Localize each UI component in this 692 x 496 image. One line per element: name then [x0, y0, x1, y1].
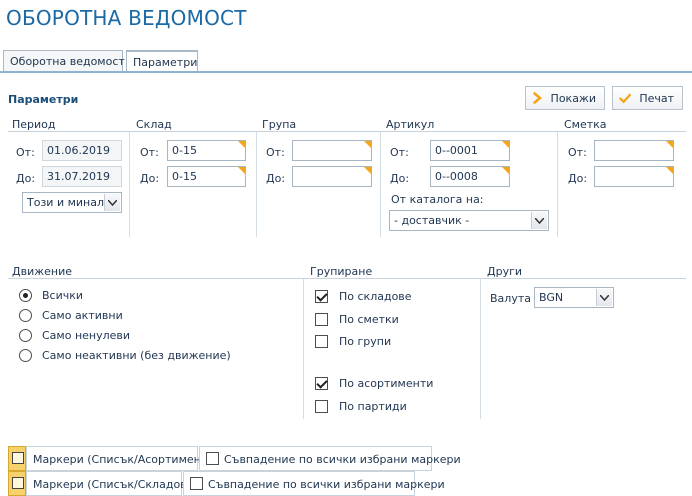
radio-only-inactive-label[interactable]: Само неактивни (без движение) — [42, 349, 231, 362]
tab-turnover-sheet[interactable]: Оборотна ведомост — [3, 50, 125, 72]
group-from-label: От: — [266, 146, 285, 159]
print-button[interactable]: Печат — [612, 86, 683, 110]
checkbox-by-warehouses-label[interactable]: По складове — [339, 290, 412, 303]
grouping-label: Групиране — [310, 265, 373, 278]
tab-underline — [0, 71, 692, 73]
period-to-label: До: — [16, 172, 36, 185]
tab-label: Параметри — [133, 56, 198, 69]
group-to-label: До: — [266, 172, 286, 185]
account-label: Сметка — [564, 118, 607, 131]
currency-select[interactable]: BGN — [534, 287, 614, 308]
article-to-field[interactable]: 0--0008 — [430, 166, 510, 187]
checkmark-icon — [619, 93, 632, 104]
column-separator — [480, 279, 481, 419]
radio-only-nonzero[interactable] — [19, 329, 32, 342]
column-separator — [303, 279, 304, 419]
marker-toggle-warehouses[interactable] — [8, 471, 26, 496]
radio-all-label[interactable]: Всички — [42, 289, 83, 302]
match-all-assortments-box[interactable]: Съвпадение по всички избрани маркери — [199, 446, 461, 471]
catalog-label: От каталога на: — [391, 193, 484, 206]
article-from-field[interactable]: 0--0001 — [430, 140, 510, 161]
period-from-field[interactable]: 01.06.2019 — [42, 140, 122, 161]
radio-all[interactable] — [19, 289, 32, 302]
column-separator — [557, 132, 558, 237]
account-to-field[interactable] — [594, 166, 674, 187]
period-to-field[interactable]: 31.07.2019 — [42, 166, 122, 187]
movement-label: Движение — [12, 265, 73, 278]
filters-header-line — [8, 131, 686, 132]
warehouse-to-field[interactable]: 0-15 — [167, 166, 246, 187]
chevron-down-icon — [596, 289, 612, 306]
show-button-label: Покажи — [550, 91, 596, 105]
chevron-down-icon — [104, 194, 120, 211]
marker-assortments-box[interactable]: Маркери (Списък/Асортименти) — [26, 446, 219, 471]
catalog-value: - доставчик - — [394, 214, 470, 227]
group-to-field[interactable] — [292, 166, 372, 187]
warehouse-to-label: До: — [140, 172, 160, 185]
column-separator — [256, 132, 257, 237]
checkbox-by-assortments[interactable] — [315, 377, 328, 390]
options-header-line — [8, 278, 686, 279]
match-all-warehouses-label: Съвпадение по всички избрани маркери — [208, 478, 445, 491]
article-label: Артикул — [386, 118, 435, 131]
marker-checkbox — [12, 452, 24, 464]
checkbox-by-assortments-label[interactable]: По асортименти — [339, 377, 433, 390]
marker-toggle-assortments[interactable] — [8, 446, 26, 471]
account-from-label: От: — [568, 146, 587, 159]
account-from-field[interactable] — [594, 140, 674, 161]
warehouse-label: Склад — [136, 118, 172, 131]
chevron-right-icon — [532, 91, 542, 105]
currency-value: BGN — [539, 291, 564, 304]
tab-label: Оборотна ведомост — [10, 55, 125, 68]
radio-only-active[interactable] — [19, 309, 32, 322]
checkbox-by-warehouses[interactable] — [315, 290, 328, 303]
period-from-label: От: — [16, 146, 35, 159]
radio-only-active-label[interactable]: Само активни — [42, 309, 123, 322]
column-separator — [380, 132, 381, 237]
checkbox-by-batches-label[interactable]: По партиди — [339, 400, 407, 413]
account-to-label: До: — [568, 172, 588, 185]
article-from-label: От: — [390, 146, 409, 159]
checkbox-by-groups-label[interactable]: По групи — [339, 335, 391, 348]
checkbox-by-batches[interactable] — [315, 400, 328, 413]
article-to-label: До: — [390, 172, 410, 185]
group-from-field[interactable] — [292, 140, 372, 161]
match-all-assortments-checkbox[interactable] — [206, 452, 219, 465]
catalog-select[interactable]: - доставчик - — [389, 210, 549, 231]
show-button[interactable]: Покажи — [525, 86, 605, 110]
match-all-warehouses-checkbox[interactable] — [190, 477, 203, 490]
group-label: Група — [262, 118, 297, 131]
column-separator — [129, 132, 130, 237]
checkbox-by-groups[interactable] — [315, 335, 328, 348]
period-preset-select[interactable]: Този и миналия — [22, 192, 122, 213]
marker-warehouses-box[interactable]: Маркери (Списък/Складове) — [26, 471, 198, 496]
radio-only-inactive[interactable] — [19, 349, 32, 362]
print-button-label: Печат — [639, 91, 674, 105]
other-label: Други — [487, 265, 523, 278]
checkbox-by-accounts-label[interactable]: По сметки — [339, 313, 399, 326]
checkbox-by-accounts[interactable] — [315, 313, 328, 326]
warehouse-from-field[interactable]: 0-15 — [167, 140, 246, 161]
currency-label: Валута — [490, 292, 531, 305]
marker-warehouses-label: Маркери (Списък/Складове) — [33, 478, 198, 491]
warehouse-from-label: От: — [140, 146, 159, 159]
marker-assortments-label: Маркери (Списък/Асортименти) — [33, 453, 219, 466]
section-title: Параметри — [8, 93, 79, 106]
marker-checkbox — [12, 477, 24, 489]
tab-parameters[interactable]: Параметри — [126, 50, 198, 73]
match-all-assortments-label: Съвпадение по всички избрани маркери — [224, 453, 461, 466]
chevron-down-icon — [531, 212, 547, 229]
period-label: Период — [12, 118, 56, 131]
page-title: ОБОРОТНА ВЕДОМОСТ — [6, 6, 247, 30]
match-all-warehouses-box[interactable]: Съвпадение по всички избрани маркери — [183, 471, 445, 496]
radio-only-nonzero-label[interactable]: Само ненулеви — [42, 329, 130, 342]
